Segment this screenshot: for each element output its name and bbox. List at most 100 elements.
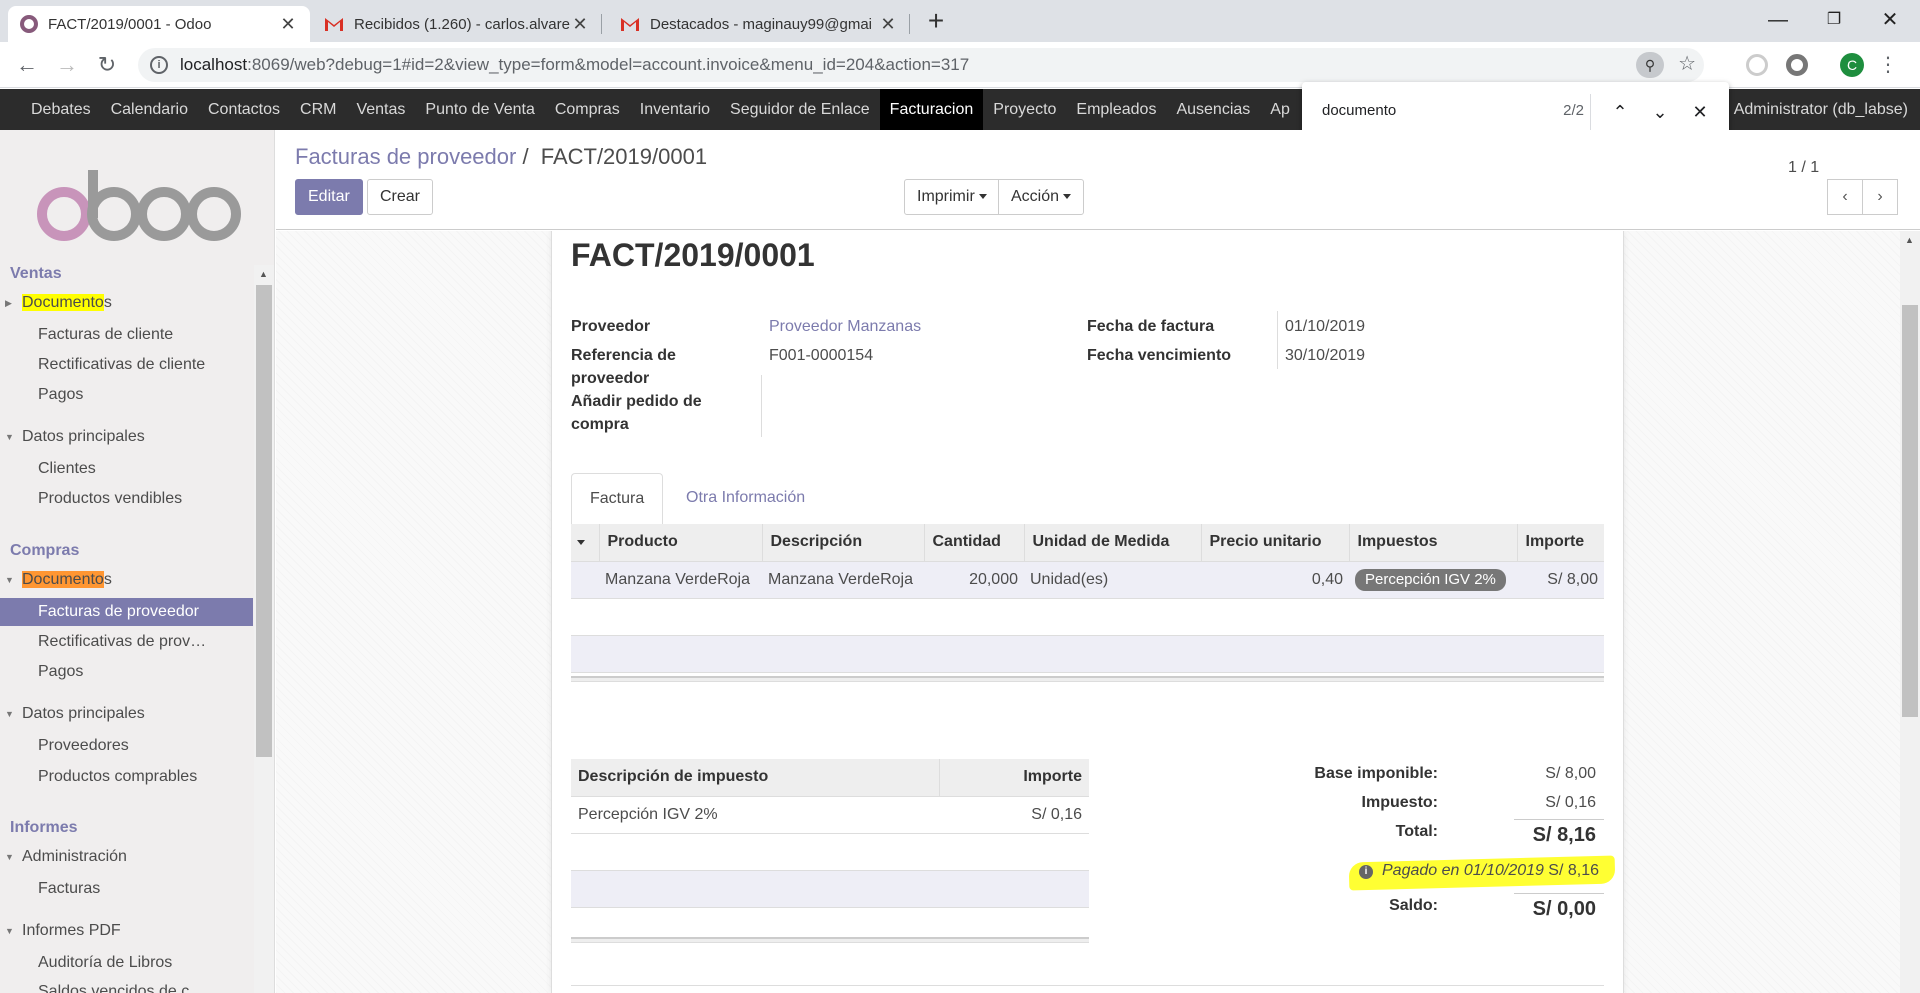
sidebar-item-label: s [103,294,112,311]
find-close-icon[interactable]: ✕ [1688,100,1712,124]
profile-avatar[interactable]: C [1840,53,1864,77]
menu-inventario[interactable]: Inventario [630,89,720,130]
find-in-page-icon[interactable]: ⚲ [1636,52,1664,78]
sidebar-item-compras-documentos[interactable]: ▼ Documentos [0,566,253,594]
window-close-icon[interactable]: ✕ [1862,0,1918,40]
browser-tab-gmail-destacados[interactable]: Destacados - maginauy99@gmai ✕ [608,6,910,42]
table-row[interactable]: Percepción IGV 2% S/ 0,16 [571,796,1089,834]
menu-crm[interactable]: CRM [290,89,346,130]
create-button[interactable]: Crear [367,179,434,215]
cell-cantidad[interactable]: 20,000 [924,561,1024,599]
url-text[interactable]: localhost:8069/web?debug=1#id=2&view_typ… [180,55,969,75]
sidebar-item-facturas-de-proveedor[interactable]: Facturas de proveedor [0,598,253,626]
close-icon[interactable]: ✕ [570,14,590,35]
tab-otra-informacion[interactable]: Otra Información [668,473,823,525]
main-scrollbar[interactable]: ▲ [1900,231,1920,993]
pager-value[interactable]: 1 / 1 [1788,159,1819,177]
sidebar-item-facturas-informe[interactable]: Facturas [0,875,253,903]
browser-menu-icon[interactable]: ⋮ [1878,52,1898,78]
caret-down-icon: ▼ [5,709,14,719]
minimize-icon[interactable]: — [1750,0,1806,40]
address-bar[interactable]: i localhost:8069/web?debug=1#id=2&view_t… [138,48,1704,82]
cell-precio[interactable]: 0,40 [1201,561,1349,599]
find-previous-icon[interactable]: ⌃ [1608,100,1632,124]
sidebar-item-rectificativas-de-proveedor[interactable]: Rectificativas de prov… [0,628,253,656]
browser-tab-gmail-recibidos[interactable]: Recibidos (1.260) - carlos.alvarez ✕ [312,6,602,42]
menu-ausencias[interactable]: Ausencias [1166,89,1260,130]
sidebar-item-ventas-datos-principales[interactable]: ▼ Datos principales [0,423,253,451]
close-icon[interactable]: ✕ [878,14,898,35]
column-descripcion[interactable]: Descripción [762,524,925,562]
sidebar-item-saldos-vencidos[interactable]: Saldos vencidos de c... [0,978,253,993]
cell-unidad[interactable]: Unidad(es) [1024,561,1201,599]
sidebar-item-auditoria-de-libros[interactable]: Auditoría de Libros [0,949,253,977]
column-cantidad[interactable]: Cantidad [924,524,1025,562]
restore-icon[interactable]: ❐ [1806,0,1862,40]
info-icon[interactable]: i [1359,865,1373,879]
print-dropdown[interactable]: Imprimir [904,179,1000,215]
cell-producto[interactable]: Manzana VerdeRoja [599,561,762,599]
sidebar-item-ventas-documentos[interactable]: ▶ Documentos [0,289,253,317]
sidebar-item-facturas-de-cliente[interactable]: Facturas de cliente [0,321,253,349]
user-menu[interactable]: Administrator (db_labse) [1734,89,1908,130]
sidebar-item-informes-pdf[interactable]: ▼ Informes PDF [0,917,253,945]
reload-icon[interactable]: ↻ [92,50,122,80]
scroll-up-icon[interactable]: ▲ [259,269,268,279]
column-importe-impuesto[interactable]: Importe [938,759,1089,797]
scrollbar-thumb[interactable] [1902,305,1918,717]
scrollbar-thumb[interactable] [256,285,272,757]
pager-previous-icon[interactable]: ‹ [1827,179,1863,215]
caret-down-icon: ▼ [5,432,14,442]
column-unidad-de-medida[interactable]: Unidad de Medida [1024,524,1202,562]
edit-button[interactable]: Editar [295,179,363,215]
back-icon[interactable]: ← [12,50,42,80]
column-precio-unitario[interactable]: Precio unitario [1201,524,1350,562]
find-next-icon[interactable]: ⌄ [1648,100,1672,124]
cell-importe[interactable]: S/ 8,00 [1517,561,1604,599]
sidebar-item-proveedores[interactable]: Proveedores [0,732,253,760]
breadcrumb-parent[interactable]: Facturas de proveedor [295,144,516,169]
column-importe[interactable]: Importe [1517,524,1604,562]
sidebar-item-compras-datos-principales[interactable]: ▼ Datos principales [0,700,253,728]
scroll-up-icon[interactable]: ▲ [1905,235,1914,245]
site-info-icon[interactable]: i [150,56,168,74]
sidebar-item-productos-comprables[interactable]: Productos comprables [0,763,253,791]
menu-calendario[interactable]: Calendario [101,89,198,130]
menu-ventas[interactable]: Ventas [346,89,415,130]
menu-seguidor-de-enlace[interactable]: Seguidor de Enlace [720,89,880,130]
menu-facturacion[interactable]: Facturacion [879,89,984,130]
menu-compras[interactable]: Compras [545,89,630,130]
column-descripcion-impuesto[interactable]: Descripción de impuesto [571,759,939,797]
sidebar-item-rectificativas-de-cliente[interactable]: Rectificativas de cliente [0,351,253,379]
menu-punto-de-venta[interactable]: Punto de Venta [415,89,544,130]
extension-icon[interactable] [1746,54,1768,76]
pager-next-icon[interactable]: › [1862,179,1898,215]
menu-aplicaciones[interactable]: Ap [1260,89,1300,130]
proveedor-value[interactable]: Proveedor Manzanas [769,315,921,338]
extension-icon[interactable] [1786,54,1808,76]
sidebar-item-pagos-compras[interactable]: Pagos [0,658,253,686]
menu-debates[interactable]: Debates [21,89,101,130]
find-input[interactable]: documento [1322,102,1396,119]
cell-descripcion[interactable]: Manzana VerdeRoja [762,561,924,599]
sidebar-item-administracion[interactable]: ▼ Administración [0,843,253,871]
new-tab-button[interactable]: + [922,7,950,36]
menu-empleados[interactable]: Empleados [1066,89,1166,130]
menu-contactos[interactable]: Contactos [198,89,290,130]
menu-proyecto[interactable]: Proyecto [983,89,1066,130]
sidebar-item-productos-vendibles[interactable]: Productos vendibles [0,485,253,513]
forward-icon[interactable]: → [52,50,82,80]
tab-factura[interactable]: Factura [571,473,664,526]
sidebar-scrollbar[interactable]: ▲ [254,265,274,993]
sidebar-item-clientes[interactable]: Clientes [0,455,253,483]
close-icon[interactable]: ✕ [278,14,298,35]
sidebar-item-pagos-ventas[interactable]: Pagos [0,381,253,409]
bookmark-star-icon[interactable]: ☆ [1678,51,1696,76]
column-handle[interactable] [571,524,600,562]
cell-impuestos[interactable]: Percepción IGV 2% [1349,561,1517,599]
action-dropdown[interactable]: Acción [998,179,1085,215]
browser-tab-odoo[interactable]: FACT/2019/0001 - Odoo ✕ [8,6,310,42]
column-impuestos[interactable]: Impuestos [1349,524,1518,562]
column-producto[interactable]: Producto [599,524,763,562]
table-row[interactable]: Manzana VerdeRoja Manzana VerdeRoja 20,0… [571,561,1604,599]
